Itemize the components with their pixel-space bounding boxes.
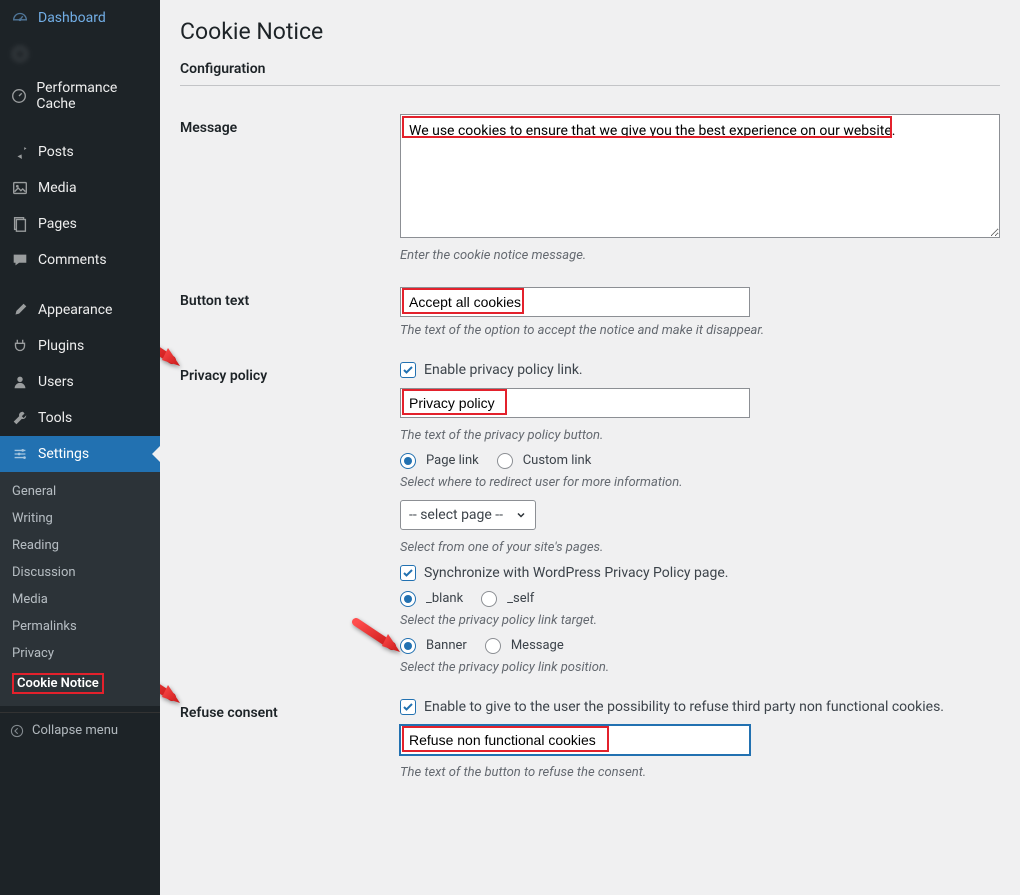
privacy-target-self-radio[interactable] — [481, 591, 497, 607]
privacy-select-help: Select from one of your site's pages. — [400, 540, 1000, 555]
sidebar-item-label: Settings — [38, 446, 89, 462]
privacy-link-custom-label: Custom link — [523, 453, 592, 469]
privacy-position-help: Select the privacy policy link position. — [400, 660, 1000, 675]
wrench-icon — [10, 408, 30, 428]
comment-icon — [10, 250, 30, 270]
privacy-position-message-radio[interactable] — [485, 638, 501, 654]
sidebar-sub-privacy[interactable]: Privacy — [0, 640, 160, 667]
sidebar-sub-media[interactable]: Media — [0, 586, 160, 613]
privacy-text-input[interactable] — [400, 388, 750, 418]
privacy-link-page-radio[interactable] — [400, 453, 416, 469]
message-help: Enter the cookie notice message. — [400, 248, 1000, 263]
button-text-help: The text of the option to accept the not… — [400, 323, 1000, 338]
privacy-target-blank-label: _blank — [426, 591, 463, 607]
arrow-annotation — [160, 669, 184, 711]
sidebar-item-label: Comments — [38, 252, 107, 268]
sidebar-item-label: Users — [38, 374, 74, 390]
sidebar-sub-general[interactable]: General — [0, 478, 160, 505]
pin-icon — [10, 142, 30, 162]
privacy-target-self-label: _self — [507, 591, 534, 607]
sidebar-item-plugins[interactable]: Plugins — [0, 328, 160, 364]
privacy-sync-label: Synchronize with WordPress Privacy Polic… — [424, 565, 728, 581]
privacy-sync-checkbox[interactable] — [400, 565, 416, 581]
sidebar-item-posts[interactable]: Posts — [0, 134, 160, 170]
page-icon — [10, 214, 30, 234]
button-text-input[interactable] — [400, 287, 750, 317]
user-icon — [10, 372, 30, 392]
privacy-link-help: Select where to redirect user for more i… — [400, 475, 1000, 490]
refuse-enable-label: Enable to give to the user the possibili… — [424, 699, 944, 715]
privacy-target-help: Select the privacy policy link target. — [400, 613, 1000, 628]
sidebar-item-label: Pages — [38, 216, 77, 232]
privacy-position-banner-label: Banner — [426, 638, 467, 654]
refuse-text-help: The text of the button to refuse the con… — [400, 765, 1000, 780]
sidebar-sub-discussion[interactable]: Discussion — [0, 559, 160, 586]
chevron-down-icon — [515, 509, 527, 521]
settings-icon — [10, 444, 30, 464]
sidebar-sub-permalinks[interactable]: Permalinks — [0, 613, 160, 640]
privacy-link-custom-radio[interactable] — [497, 453, 513, 469]
sidebar-sub-reading[interactable]: Reading — [0, 532, 160, 559]
refuse-text-input[interactable] — [400, 725, 750, 755]
divider — [180, 85, 1000, 86]
plugin-icon — [10, 44, 30, 64]
sidebar-item-appearance[interactable]: Appearance — [0, 292, 160, 328]
section-title: Configuration — [180, 61, 1000, 77]
sidebar-submenu: GeneralWritingReadingDiscussionMediaPerm… — [0, 472, 160, 706]
sidebar-sub-cookie-notice[interactable]: Cookie Notice — [0, 667, 160, 700]
privacy-enable-checkbox[interactable] — [400, 362, 416, 378]
page-title: Cookie Notice — [180, 18, 1000, 45]
button-text-label: Button text — [180, 287, 400, 309]
sidebar-sub-writing[interactable]: Writing — [0, 505, 160, 532]
sidebar-item-comments[interactable]: Comments — [0, 242, 160, 278]
media-icon — [10, 178, 30, 198]
arrow-annotation — [352, 618, 404, 660]
sidebar-item-label: Appearance — [38, 302, 112, 318]
privacy-enable-label: Enable privacy policy link. — [424, 362, 583, 378]
sidebar-item-dashboard[interactable]: Dashboard — [0, 0, 160, 36]
collapse-icon — [10, 724, 24, 738]
sidebar-item-label: Tools — [38, 410, 72, 426]
refuse-enable-checkbox[interactable] — [400, 699, 416, 715]
privacy-label: Privacy policy — [180, 362, 400, 384]
sidebar-item-performance-cache[interactable]: Performance Cache — [0, 72, 160, 120]
collapse-menu[interactable]: Collapse menu — [0, 712, 160, 748]
privacy-position-message-label: Message — [511, 638, 564, 654]
message-textarea[interactable] — [400, 114, 1000, 238]
sidebar-item-tools[interactable]: Tools — [0, 400, 160, 436]
arrow-annotation — [160, 332, 184, 374]
select-value: -- select page -- — [409, 507, 503, 523]
sidebar-item-media[interactable]: Media — [0, 170, 160, 206]
sidebar-item-label: Plugins — [38, 338, 84, 354]
sidebar-item-label: Media — [38, 180, 77, 196]
privacy-page-select[interactable]: -- select page -- — [400, 500, 536, 530]
dashboard-icon — [10, 8, 30, 28]
message-label: Message — [180, 114, 400, 136]
main-content: Cookie Notice Configuration Message Ente… — [160, 0, 1020, 895]
brush-icon — [10, 300, 30, 320]
sidebar-item-label: Performance Cache — [36, 80, 150, 112]
sidebar-item-label: Dashboard — [38, 10, 106, 26]
sidebar-item-pages[interactable]: Pages — [0, 206, 160, 242]
privacy-text-help: The text of the privacy policy button. — [400, 428, 1000, 443]
refuse-label: Refuse consent — [180, 699, 400, 721]
privacy-target-blank-radio[interactable] — [400, 591, 416, 607]
sidebar-item-settings[interactable]: Settings — [0, 436, 160, 472]
gauge-icon — [10, 86, 28, 106]
collapse-label: Collapse menu — [32, 723, 118, 738]
sidebar-item-item[interactable] — [0, 36, 160, 72]
plug-icon — [10, 336, 30, 356]
privacy-link-page-label: Page link — [426, 453, 479, 469]
sidebar-item-label: Posts — [38, 144, 74, 160]
sidebar-item-users[interactable]: Users — [0, 364, 160, 400]
admin-sidebar: Dashboard Performance Cache Posts Media Pag… — [0, 0, 160, 895]
